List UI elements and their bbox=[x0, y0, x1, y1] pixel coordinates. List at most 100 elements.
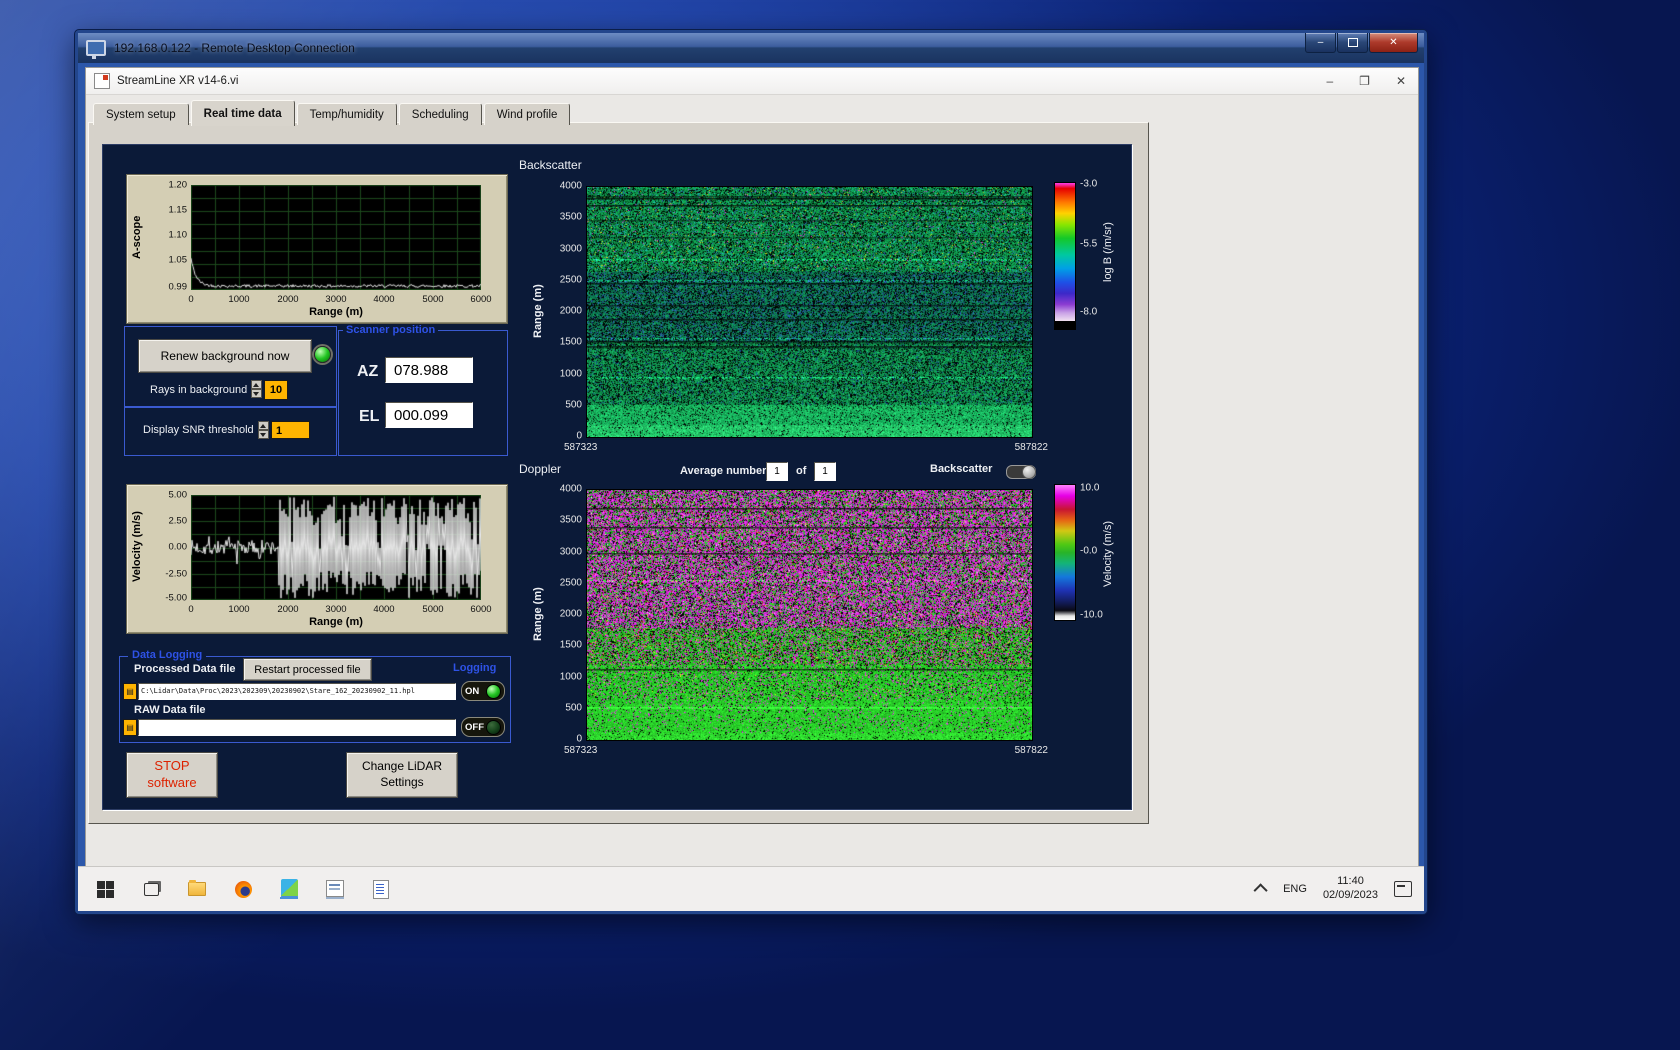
x-tick: 0 bbox=[188, 294, 194, 305]
velocity-ylabel: Velocity (m/s) bbox=[131, 511, 143, 583]
text-editor-icon bbox=[373, 879, 389, 899]
x-last-label: 587822 bbox=[1014, 442, 1048, 453]
language-indicator[interactable]: ENG bbox=[1283, 883, 1307, 895]
backscatter-doppler-toggle[interactable] bbox=[1006, 465, 1036, 479]
x-tick: 0 bbox=[188, 604, 194, 615]
y-tick: 2.50 bbox=[168, 515, 188, 527]
x-tick: 5000 bbox=[422, 604, 444, 615]
processed-logging-toggle[interactable]: ON bbox=[461, 681, 505, 701]
rdp-titlebar[interactable]: 192.168.0.122 - Remote Desktop Connectio… bbox=[78, 33, 1424, 63]
el-label: EL bbox=[359, 408, 380, 425]
app-close-button[interactable]: ✕ bbox=[1396, 74, 1406, 88]
raw-path-control[interactable]: ▤ bbox=[123, 719, 457, 736]
raw-logging-toggle[interactable]: OFF bbox=[461, 717, 505, 737]
processed-data-file-label: Processed Data file bbox=[134, 663, 236, 675]
change-lidar-settings-button[interactable]: Change LiDAR Settings bbox=[346, 752, 458, 798]
y-tick: 1500 bbox=[559, 336, 582, 348]
colorbar-tick: -5.5 bbox=[1080, 238, 1098, 250]
y-tick: 1000 bbox=[559, 368, 582, 380]
scan-scheduler-button[interactable] bbox=[326, 879, 344, 899]
snr-group: Display SNR threshold 1 bbox=[124, 407, 337, 456]
backscatter-colorbar bbox=[1054, 182, 1076, 322]
text-editor-button[interactable] bbox=[372, 879, 390, 899]
y-tick: 3500 bbox=[559, 514, 582, 526]
doppler-colorbar bbox=[1054, 484, 1076, 621]
processed-path-control[interactable]: ▤ C:\Lidar\Data\Proc\2023\202309\2023090… bbox=[123, 683, 457, 700]
rdp-maximize-button[interactable] bbox=[1337, 33, 1368, 53]
tab-label: Wind profile bbox=[496, 108, 558, 121]
toggle-state-label: OFF bbox=[465, 721, 484, 733]
y-tick: 2000 bbox=[559, 608, 582, 620]
logging-label: Logging bbox=[453, 662, 497, 674]
processed-path-field[interactable]: C:\Lidar\Data\Proc\2023\202309\20230902\… bbox=[138, 683, 456, 700]
host-desktop: 192.168.0.122 - Remote Desktop Connectio… bbox=[0, 0, 1680, 1050]
backscatter-heatmap bbox=[586, 186, 1033, 438]
tab-temp-humidity[interactable]: Temp/humidity bbox=[296, 103, 397, 125]
y-tick: 3500 bbox=[559, 211, 582, 223]
snr-value-field[interactable]: 1 bbox=[271, 421, 310, 439]
tab-real-time-data[interactable]: Real time data bbox=[190, 100, 295, 126]
tray-expand-icon[interactable] bbox=[1253, 883, 1268, 898]
task-view-button[interactable] bbox=[142, 880, 160, 898]
colorbar-tick: 10.0 bbox=[1080, 482, 1100, 494]
tab-label: Temp/humidity bbox=[309, 108, 384, 121]
toggle-knob bbox=[1022, 465, 1036, 479]
stop-line1: STOP bbox=[154, 758, 190, 774]
y-tick: 500 bbox=[565, 399, 582, 411]
stop-software-label: STOP software bbox=[147, 758, 196, 792]
ascope-graph: A-scope 1.20 1.15 1.10 1.05 0.99 0 1000 … bbox=[126, 174, 508, 324]
tab-wind-profile[interactable]: Wind profile bbox=[483, 103, 571, 125]
path-browse-icon[interactable]: ▤ bbox=[123, 719, 137, 736]
start-button[interactable] bbox=[96, 880, 114, 898]
tab-system-setup[interactable]: System setup bbox=[93, 103, 189, 125]
tab-page-real-time-data: A-scope 1.20 1.15 1.10 1.05 0.99 0 1000 … bbox=[88, 122, 1149, 824]
rays-spinner[interactable] bbox=[251, 380, 262, 398]
clock[interactable]: 11:40 02/09/2023 bbox=[1323, 875, 1378, 903]
app-restore-button[interactable]: ❐ bbox=[1359, 74, 1370, 88]
image-viewer-button[interactable] bbox=[280, 878, 298, 899]
velocity-graph: Velocity (m/s) 5.00 2.50 0.00 -2.50 -5.0… bbox=[126, 484, 508, 634]
average-number-field[interactable]: 1 bbox=[766, 462, 788, 481]
snr-threshold-label: Display SNR threshold bbox=[143, 424, 254, 436]
y-tick: 5.00 bbox=[168, 489, 188, 501]
firefox-icon bbox=[234, 880, 252, 898]
y-tick: 0 bbox=[576, 733, 582, 745]
y-tick: 1.05 bbox=[168, 254, 188, 266]
y-tick: 3000 bbox=[559, 546, 582, 558]
ascope-xlabel: Range (m) bbox=[309, 306, 363, 318]
folder-icon bbox=[188, 880, 206, 896]
time-label: 11:40 bbox=[1337, 875, 1364, 888]
change-lidar-settings-label: Change LiDAR Settings bbox=[362, 759, 442, 790]
app-window: StreamLine XR v14-6.vi – ❐ ✕ System setu… bbox=[85, 67, 1419, 867]
x-tick: 2000 bbox=[277, 604, 299, 615]
remote-desktop-icon bbox=[86, 40, 106, 59]
firefox-button[interactable] bbox=[234, 880, 252, 898]
snr-spinner[interactable] bbox=[258, 421, 269, 439]
tab-scheduling[interactable]: Scheduling bbox=[398, 103, 482, 125]
rdp-minimize-button[interactable]: – bbox=[1305, 33, 1336, 53]
app-title: StreamLine XR v14-6.vi bbox=[117, 75, 239, 87]
stop-software-button[interactable]: STOP software bbox=[126, 752, 218, 798]
backscatter-ylabel: Range (m) bbox=[532, 284, 544, 338]
task-view-icon bbox=[143, 882, 159, 896]
x-tick: 5000 bbox=[422, 294, 444, 305]
y-tick: 2500 bbox=[559, 274, 582, 286]
path-browse-icon[interactable]: ▤ bbox=[123, 683, 137, 700]
scan-scheduler-icon bbox=[326, 879, 344, 897]
scanner-position-title: Scanner position bbox=[343, 324, 439, 336]
raw-path-field[interactable] bbox=[138, 719, 456, 736]
y-tick: 1500 bbox=[559, 639, 582, 651]
average-total-field[interactable]: 1 bbox=[814, 462, 836, 481]
restart-processed-file-button[interactable]: Restart processed file bbox=[243, 658, 372, 681]
rays-in-background-label: Rays in background bbox=[150, 384, 248, 396]
app-titlebar[interactable]: StreamLine XR v14-6.vi – ❐ ✕ bbox=[86, 68, 1418, 95]
app-minimize-button[interactable]: – bbox=[1326, 74, 1333, 88]
rdp-close-button[interactable]: ✕ bbox=[1369, 33, 1418, 53]
y-tick: 4000 bbox=[559, 483, 582, 495]
file-explorer-button[interactable] bbox=[188, 880, 206, 898]
renew-background-button[interactable]: Renew background now bbox=[138, 339, 312, 373]
logging-off-led bbox=[486, 719, 501, 735]
action-center-icon[interactable] bbox=[1394, 881, 1412, 897]
rays-value-field[interactable]: 10 bbox=[264, 380, 288, 400]
x-tick: 3000 bbox=[325, 604, 347, 615]
